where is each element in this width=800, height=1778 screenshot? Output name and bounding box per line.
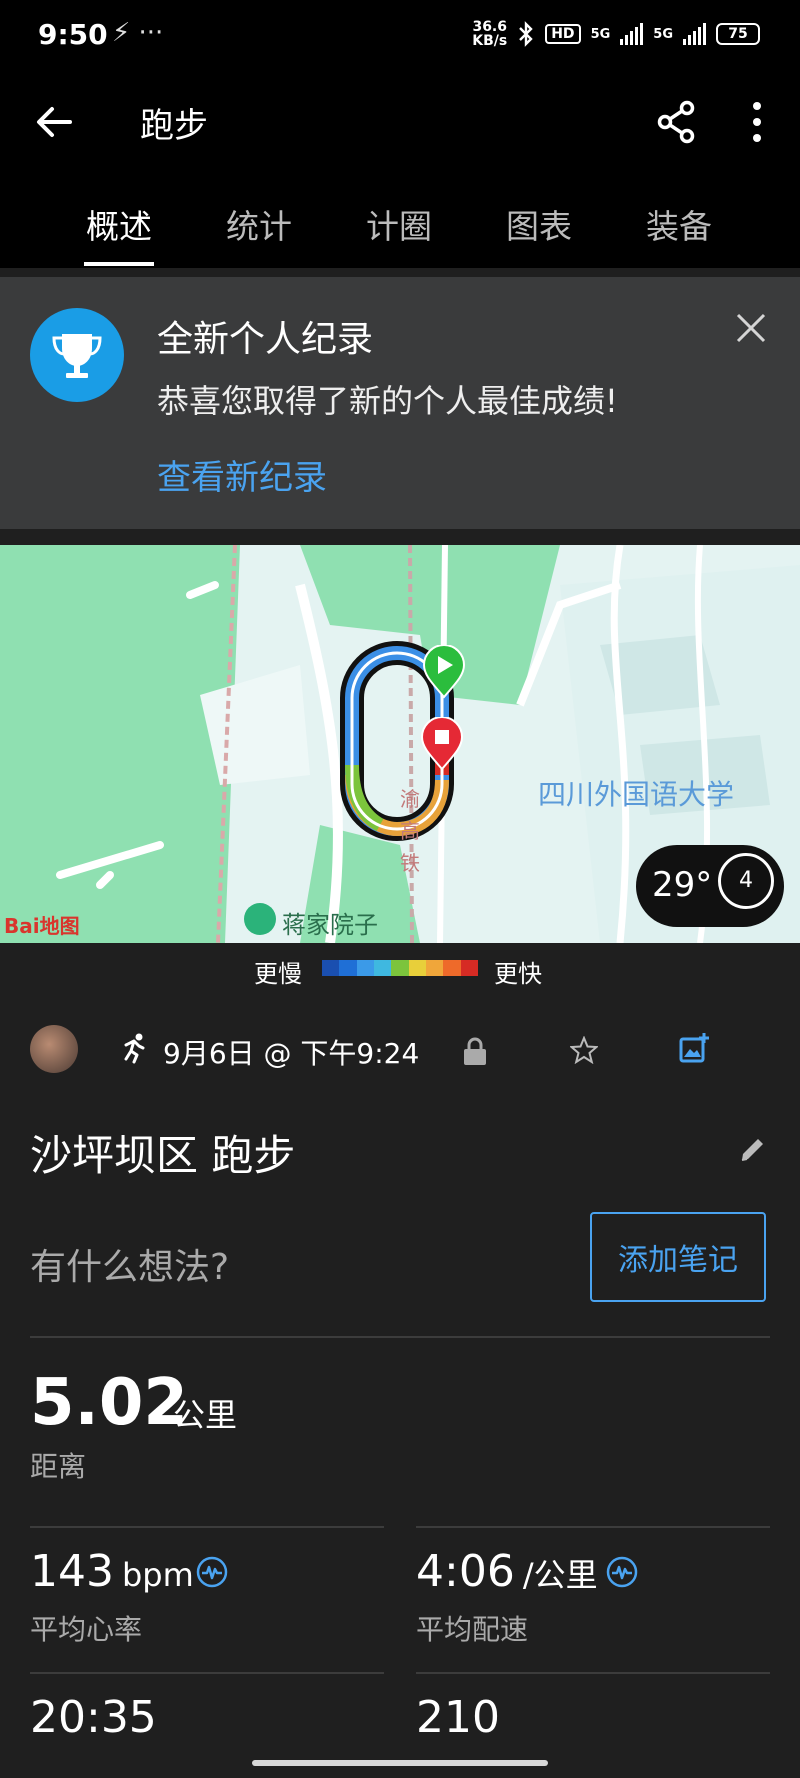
park-icon (244, 903, 276, 935)
add-note-button[interactable]: 添加笔记 (590, 1212, 766, 1302)
start-marker-icon[interactable] (422, 645, 466, 699)
cadence-value: 210 (416, 1692, 500, 1743)
distance-value: 5.02 (30, 1366, 188, 1440)
add-photo-icon[interactable] (678, 1032, 710, 1064)
record-subtitle: 恭喜您取得了新的个人最佳成绩! (157, 382, 618, 420)
pace-swatch (408, 960, 426, 976)
thought-input[interactable]: 有什么想法? (30, 1238, 229, 1290)
poi-label: 蒋家院子 (282, 911, 378, 939)
status-right-icons: 36.6 KB/s HD 5G 5G 75 (472, 20, 760, 48)
view-records-link[interactable]: 查看新纪录 (157, 450, 327, 499)
divider (30, 1672, 384, 1674)
pace-slow-label: 更慢 (254, 960, 302, 988)
tab-stats[interactable]: 统计 (226, 200, 292, 248)
rail-label: 渝 高 铁 (400, 783, 420, 879)
tab-overview[interactable]: 概述 (86, 200, 152, 248)
pace-unit: /公里 (522, 1556, 598, 1594)
pace-value: 4:06 (416, 1546, 515, 1597)
heart-rate-unit: bpm (121, 1556, 194, 1594)
pace-swatch (373, 960, 392, 976)
lock-icon[interactable] (462, 1036, 488, 1066)
wind-level: 4 (718, 853, 774, 909)
active-tab-indicator (84, 262, 154, 266)
rail-label-char: 高 (400, 819, 420, 843)
star-icon[interactable] (570, 1036, 598, 1064)
status-time: 9:50 (38, 18, 108, 51)
activity-date: 9月6日 @ 下午9:24 (163, 1037, 420, 1070)
divider (416, 1526, 770, 1528)
hd-badge: HD (545, 24, 581, 44)
net-speed: 36.6 KB/s (472, 20, 507, 48)
page-title: 跑步 (140, 106, 208, 146)
route-map[interactable]: 渝 高 铁 四川外国语大学 蒋家院子 Bai地图 29° 4 (0, 545, 800, 943)
signal-bars-icon (620, 23, 644, 45)
duration-value: 20:35 (30, 1692, 157, 1743)
heart-rate-value: 143 (30, 1546, 114, 1597)
university-label: 四川外国语大学 (538, 778, 735, 811)
more-vertical-icon[interactable] (750, 100, 764, 144)
tab-gear[interactable]: 装备 (646, 200, 712, 248)
signal-5g-label-2: 5G (653, 26, 673, 42)
close-icon[interactable] (733, 310, 769, 346)
weather-badge: 29° 4 (636, 845, 784, 927)
heart-rate-stat: 143 bpm (30, 1546, 194, 1597)
divider (30, 1336, 770, 1338)
pace-swatch (322, 960, 340, 976)
divider (416, 1672, 770, 1674)
pace-gradient (322, 960, 478, 976)
finish-marker-icon[interactable] (420, 717, 464, 771)
pace-swatch (443, 960, 461, 976)
activity-title: 沙坪坝区 跑步 (30, 1131, 296, 1180)
pace-swatch (425, 960, 444, 976)
share-icon[interactable] (655, 100, 699, 144)
temperature: 29° (652, 865, 713, 905)
signal-5g-label: 5G (590, 26, 611, 42)
edit-icon[interactable] (738, 1134, 768, 1164)
gesture-bar[interactable] (252, 1760, 548, 1766)
pace-sensor-icon (606, 1556, 638, 1588)
net-speed-unit: KB/s (472, 33, 508, 49)
heart-rate-label: 平均心率 (30, 1613, 143, 1646)
trophy-icon (30, 308, 124, 402)
heart-rate-sensor-icon (196, 1556, 228, 1588)
pace-fast-label: 更快 (494, 960, 542, 988)
signal-bars-icon-2 (683, 23, 706, 45)
battery-indicator: 75 (716, 23, 760, 45)
pace-swatch (339, 960, 357, 976)
bluetooth-icon (519, 21, 533, 47)
pace-label: 平均配速 (416, 1613, 529, 1646)
pace-stat: 4:06 /公里 (416, 1546, 598, 1597)
net-speed-value: 36.6 (472, 19, 507, 35)
rail-label-char: 渝 (400, 787, 420, 811)
distance-unit: 公里 (173, 1396, 238, 1434)
status-notification-icons: ⚡ ··· (112, 18, 164, 48)
pace-swatch (460, 960, 478, 976)
map-provider-logo: Bai地图 (4, 914, 80, 938)
rail-label-char: 铁 (400, 851, 420, 875)
record-title: 全新个人纪录 (157, 319, 374, 360)
avatar[interactable] (30, 1025, 78, 1073)
divider (30, 1526, 384, 1528)
distance-label: 距离 (30, 1450, 87, 1483)
tab-charts[interactable]: 图表 (506, 200, 572, 248)
tab-laps[interactable]: 计圈 (366, 200, 432, 248)
pace-swatch (356, 960, 374, 976)
pace-swatch (391, 960, 409, 976)
arrow-left-icon[interactable] (34, 102, 74, 142)
running-icon (124, 1033, 145, 1064)
